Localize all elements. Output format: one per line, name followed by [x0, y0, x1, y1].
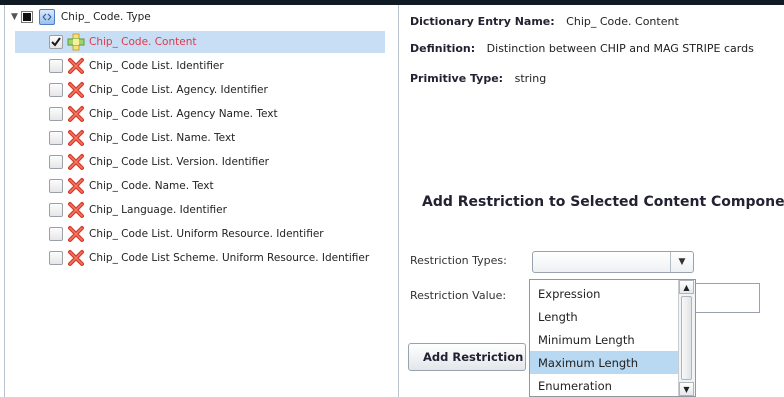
restriction-types-select[interactable]: ▼ — [532, 251, 694, 273]
tree-item-label: Chip_ Code List. Agency Name. Text — [89, 108, 278, 120]
primitive-type-value: string — [514, 72, 547, 85]
tree-item[interactable]: Chip_ Code. Content — [49, 33, 196, 51]
restriction-value-input[interactable] — [692, 283, 760, 313]
tree-item-checkbox[interactable] — [49, 131, 63, 145]
tree-item-checkbox[interactable] — [49, 179, 63, 193]
scrollbar-thumb[interactable] — [681, 296, 692, 380]
tree-item-label: Chip_ Code List. Version. Identifier — [89, 156, 269, 168]
chevron-down-icon[interactable]: ▼ — [670, 252, 693, 272]
tree-item[interactable]: Chip_ Code List Scheme. Uniform Resource… — [49, 249, 369, 267]
dropdown-option[interactable]: Enumeration — [530, 374, 680, 397]
restriction-types-label: Restriction Types: — [410, 254, 507, 267]
primitive-type-label: Primitive Type: — [410, 72, 504, 85]
tree-item-label: Chip_ Language. Identifier — [89, 204, 227, 216]
tree-item-label: Chip_ Code List Scheme. Uniform Resource… — [89, 252, 370, 264]
tree-item[interactable]: Chip_ Code List. Identifier — [49, 57, 224, 75]
x-icon — [67, 249, 85, 267]
type-node-icon — [38, 9, 55, 25]
expand-triangle-icon[interactable]: ▼ — [11, 12, 18, 22]
x-icon — [67, 225, 85, 243]
x-icon — [67, 177, 85, 195]
tree-item[interactable]: Chip_ Code List. Uniform Resource. Ident… — [49, 225, 324, 243]
dictionary-entry-name: Dictionary Entry Name: Chip_ Code. Conte… — [410, 15, 679, 28]
tree-item[interactable]: Chip_ Code List. Agency Name. Text — [49, 105, 278, 123]
tree-root-label: Chip_ Code. Type — [60, 11, 151, 23]
den-value: Chip_ Code. Content — [566, 15, 679, 28]
tree-item[interactable]: Chip_ Code List. Agency. Identifier — [49, 81, 268, 99]
tree-item-checkbox[interactable] — [49, 59, 63, 73]
x-icon — [67, 105, 85, 123]
x-icon — [67, 81, 85, 99]
scroll-up-icon[interactable]: ▲ — [679, 280, 694, 294]
scroll-down-icon[interactable]: ▼ — [679, 382, 694, 396]
tree-item[interactable]: Chip_ Language. Identifier — [49, 201, 227, 219]
tree-item-label: Chip_ Code List. Agency. Identifier — [89, 84, 268, 96]
add-restriction-button[interactable]: Add Restriction — [408, 343, 526, 371]
tree-item-checkbox[interactable] — [49, 155, 63, 169]
tree-item-checkbox[interactable] — [49, 251, 63, 265]
tree-item-label: Chip_ Code. Name. Text — [89, 180, 214, 192]
tree-root[interactable]: ▼ Chip_ Code. Type — [11, 9, 151, 25]
dropdown-option[interactable]: Minimum Length — [530, 328, 680, 351]
definition-value: Distinction between CHIP and MAG STRIPE … — [486, 42, 754, 55]
definition-label: Definition: — [410, 42, 476, 55]
tree-item-checkbox[interactable] — [49, 83, 63, 97]
tree-item-checkbox[interactable] — [49, 107, 63, 121]
x-icon — [67, 57, 85, 75]
tree-item-label: Chip_ Code List. Uniform Resource. Ident… — [89, 228, 324, 240]
restriction-value-label: Restriction Value: — [410, 289, 507, 302]
x-icon — [67, 129, 85, 147]
tree-item[interactable]: Chip_ Code List. Name. Text — [49, 129, 235, 147]
tree-panel: ▼ Chip_ Code. Type Chip_ Code. Content Ch… — [4, 5, 399, 397]
dropdown-option[interactable]: Length — [530, 305, 680, 328]
root-checkbox[interactable] — [20, 11, 33, 23]
dropdown-option[interactable]: Maximum Length — [530, 351, 680, 374]
tree-item[interactable]: Chip_ Code. Name. Text — [49, 177, 214, 195]
x-icon — [67, 153, 85, 171]
tree-item-checkbox[interactable] — [49, 227, 63, 241]
tree-item-checkbox[interactable] — [49, 35, 63, 49]
restriction-heading: Add Restriction to Selected Content Comp… — [422, 194, 784, 210]
tree-item-label: Chip_ Code. Content — [89, 36, 197, 48]
restriction-types-dropdown[interactable]: Expression Length Minimum Length Maximum Le… — [529, 279, 696, 397]
dropdown-scrollbar[interactable]: ▲ ▼ — [678, 280, 695, 396]
tree-item[interactable]: Chip_ Code List. Version. Identifier — [49, 153, 269, 171]
tree-item-checkbox[interactable] — [49, 203, 63, 217]
definition: Definition: Distinction between CHIP and… — [410, 42, 754, 55]
den-label: Dictionary Entry Name: — [410, 15, 555, 28]
tree-item-label: Chip_ Code List. Name. Text — [89, 132, 236, 144]
plus-icon — [67, 33, 85, 51]
x-icon — [67, 201, 85, 219]
tree-item-label: Chip_ Code List. Identifier — [89, 60, 224, 72]
dropdown-option[interactable]: Expression — [530, 282, 680, 305]
details-panel: Dictionary Entry Name: Chip_ Code. Conte… — [398, 5, 784, 397]
primitive-type: Primitive Type: string — [410, 72, 546, 85]
